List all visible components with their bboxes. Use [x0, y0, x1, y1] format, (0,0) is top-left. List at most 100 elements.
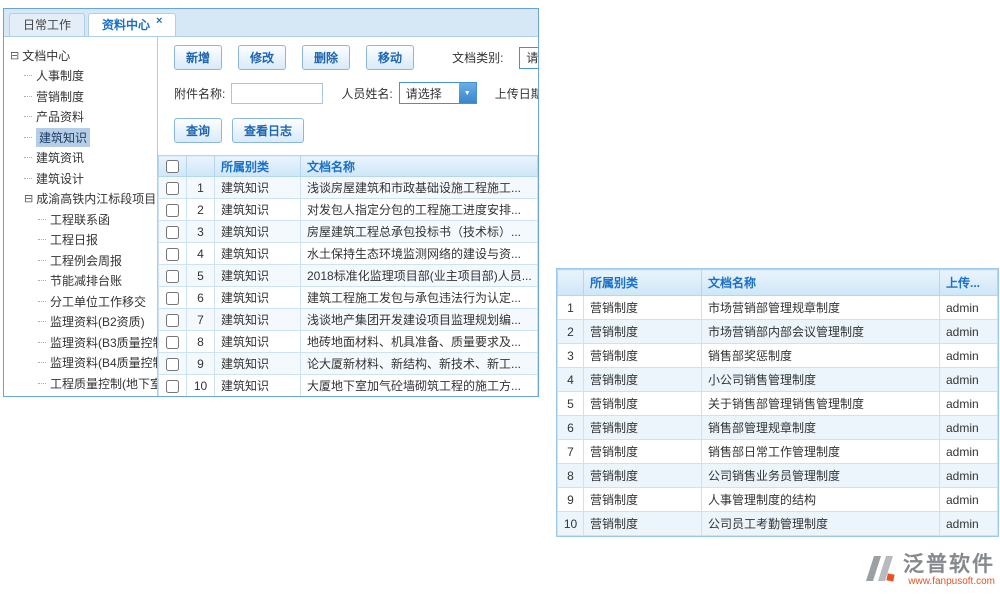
move-button[interactable]: 移动	[366, 45, 414, 70]
modify-button[interactable]: 修改	[238, 45, 286, 70]
tab-daily-work[interactable]: 日常工作	[9, 13, 85, 36]
tree-item[interactable]: 工程例会周报	[4, 250, 157, 271]
row-category: 建筑知识	[215, 309, 301, 331]
table-row[interactable]: 9 建筑知识 论大厦新材料、新结构、新技术、新工...	[159, 353, 538, 375]
chevron-down-icon[interactable]: ▼	[459, 83, 476, 103]
table-row[interactable]: 2 建筑知识 对发包人指定分包的工程施工进度安排...	[159, 199, 538, 221]
table-row[interactable]: 4 营销制度 小公司销售管理制度 admin	[558, 368, 998, 392]
tree-item-label: 产品资料	[36, 108, 84, 125]
row-number: 7	[558, 440, 584, 464]
row-uploader: admin	[940, 464, 998, 488]
row-category: 营销制度	[584, 392, 702, 416]
row-number: 2	[187, 199, 215, 221]
table-row[interactable]: 3 营销制度 销售部奖惩制度 admin	[558, 344, 998, 368]
row-uploader: admin	[940, 488, 998, 512]
tree-item[interactable]: 工程质量控制(地下室)	[4, 373, 157, 394]
row-checkbox[interactable]	[166, 358, 179, 371]
row-uploader: admin	[940, 368, 998, 392]
tree-item-label: 建筑知识	[36, 128, 90, 147]
query-button[interactable]: 查询	[174, 118, 222, 143]
table-row[interactable]: 2 营销制度 市场营销部内部会议管理制度 admin	[558, 320, 998, 344]
tree-item-label: 人事制度	[36, 67, 84, 84]
row-checkbox[interactable]	[166, 336, 179, 349]
row-doc-name: 建筑工程施工发包与承包违法行为认定...	[301, 287, 538, 309]
row-doc-name: 浅谈地产集团开发建设项目监理规划编...	[301, 309, 538, 331]
tree-item-label: 监理资料(B4质量控制)	[50, 354, 158, 371]
table-row[interactable]: 7 营销制度 销售部日常工作管理制度 admin	[558, 440, 998, 464]
view-log-button[interactable]: 查看日志	[232, 118, 304, 143]
table-row[interactable]: 5 建筑知识 2018标准化监理项目部(业主项目部)人员...	[159, 265, 538, 287]
brand-footer: 泛普软件 www.fanpusoft.com	[861, 553, 995, 588]
document-center-window: 日常工作 资料中心 × ⊟ 文档中心 人事制度	[3, 8, 539, 397]
add-button[interactable]: 新增	[174, 45, 222, 70]
tree-item[interactable]: 建筑资讯	[4, 148, 157, 169]
tree-item-label: 建筑设计	[36, 170, 84, 187]
row-uploader: admin	[940, 296, 998, 320]
row-doc-name: 论大厦新材料、新结构、新技术、新工...	[301, 353, 538, 375]
tree-item-label: 分工单位工作移交	[50, 293, 146, 310]
tree-item-label: 文档中心	[22, 47, 70, 64]
table-row[interactable]: 5 营销制度 关于销售部管理销售管理制度 admin	[558, 392, 998, 416]
row-checkbox[interactable]	[166, 226, 179, 239]
table-row[interactable]: 9 营销制度 人事管理制度的结构 admin	[558, 488, 998, 512]
tree-item[interactable]: 产品资料	[4, 107, 157, 128]
tree-item[interactable]: 监理资料(B4质量控制)	[4, 353, 157, 374]
tree-item[interactable]: 建筑知识	[4, 127, 157, 148]
row-category: 建筑知识	[215, 177, 301, 199]
table-row[interactable]: 10 建筑知识 大厦地下室加气砼墙砌筑工程的施工方...	[159, 375, 538, 397]
tree-item[interactable]: 节能减排台账	[4, 271, 157, 292]
table-row[interactable]: 6 营销制度 销售部管理规章制度 admin	[558, 416, 998, 440]
tree-item[interactable]: 工程日报	[4, 230, 157, 251]
tree-item[interactable]: 建筑设计	[4, 168, 157, 189]
select-all-checkbox[interactable]	[166, 160, 179, 173]
doc-name-column-header: 文档名称	[301, 156, 538, 177]
table-row[interactable]: 7 建筑知识 浅谈地产集团开发建设项目监理规划编...	[159, 309, 538, 331]
row-checkbox[interactable]	[166, 270, 179, 283]
table-row[interactable]: 3 建筑知识 房屋建筑工程总承包投标书（技术标）...	[159, 221, 538, 243]
row-doc-name: 人事管理制度的结构	[702, 488, 940, 512]
tree-item[interactable]: 监理资料(B2资质)	[4, 312, 157, 333]
table-row[interactable]: 1 营销制度 市场营销部管理规章制度 admin	[558, 296, 998, 320]
tree-item[interactable]: ⊟ 文档中心	[4, 45, 157, 66]
row-category: 建筑知识	[215, 221, 301, 243]
tree-item-label: 监理资料(B2资质)	[50, 313, 145, 330]
table-row[interactable]: 1 建筑知识 浅谈房屋建筑和市政基础设施工程施工...	[159, 177, 538, 199]
table-row[interactable]: 8 建筑知识 地砖地面材料、机具准备、质量要求及...	[159, 331, 538, 353]
table-row[interactable]: 8 营销制度 公司销售业务员管理制度 admin	[558, 464, 998, 488]
tree-item[interactable]: 营销制度	[4, 86, 157, 107]
row-checkbox-cell	[159, 287, 187, 309]
row-checkbox[interactable]	[166, 380, 179, 393]
row-checkbox[interactable]	[166, 314, 179, 327]
tree-item[interactable]: 分工单位工作移交	[4, 291, 157, 312]
tree-item[interactable]: ⊟ 成渝高铁内江标段项目	[4, 189, 157, 210]
table-row[interactable]: 10 营销制度 公司员工考勤管理制度 admin	[558, 512, 998, 536]
attachment-name-input[interactable]	[231, 83, 323, 104]
row-checkbox[interactable]	[166, 204, 179, 217]
tree-expand-icon[interactable]: ⊟	[10, 49, 19, 62]
tree-item[interactable]: 工程联系函	[4, 209, 157, 230]
row-checkbox[interactable]	[166, 248, 179, 261]
tree-expand-icon[interactable]: ⊟	[24, 192, 33, 205]
person-name-select[interactable]: 请选择 ▼	[399, 82, 477, 104]
row-category: 建筑知识	[215, 199, 301, 221]
row-checkbox-cell	[159, 309, 187, 331]
uploader-column-header: 上传...	[940, 270, 998, 296]
row-doc-name: 公司员工考勤管理制度	[702, 512, 940, 536]
delete-button[interactable]: 删除	[302, 45, 350, 70]
tree-item-label: 节能减排台账	[50, 272, 122, 289]
window-content: ⊟ 文档中心 人事制度 营销制度 产品资料	[4, 37, 538, 397]
row-uploader: admin	[940, 440, 998, 464]
attachment-name-label: 附件名称:	[174, 85, 225, 102]
table-row[interactable]: 6 建筑知识 建筑工程施工发包与承包违法行为认定...	[159, 287, 538, 309]
brand-text: 泛普软件 www.fanpusoft.com	[903, 554, 995, 588]
row-category: 建筑知识	[215, 243, 301, 265]
row-checkbox[interactable]	[166, 292, 179, 305]
row-checkbox[interactable]	[166, 182, 179, 195]
doc-type-select[interactable]: 请选择 ▼	[519, 47, 538, 69]
tab-close-icon[interactable]: ×	[156, 15, 162, 27]
table-row[interactable]: 4 建筑知识 水土保持生态环境监测网络的建设与资...	[159, 243, 538, 265]
tree-item[interactable]: 监理资料(B3质量控制)	[4, 332, 157, 353]
brand-url: www.fanpusoft.com	[903, 576, 995, 588]
tab-data-center[interactable]: 资料中心 ×	[88, 13, 176, 36]
tree-item[interactable]: 人事制度	[4, 66, 157, 87]
